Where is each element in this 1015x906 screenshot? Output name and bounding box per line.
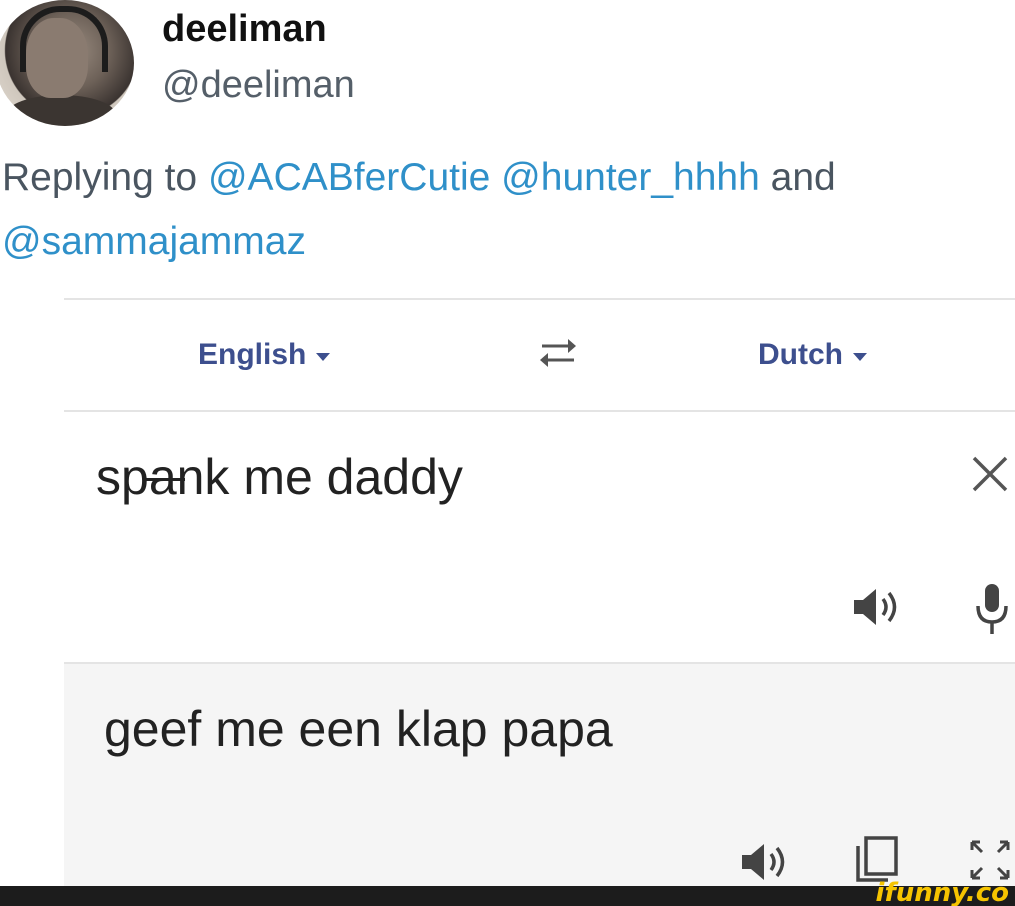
avatar[interactable] <box>0 0 134 126</box>
chevron-down-icon <box>316 353 331 361</box>
target-language-label: Dutch <box>758 338 843 371</box>
source-language-label: English <box>198 338 307 371</box>
copy-icon[interactable] <box>852 834 902 884</box>
source-text-input[interactable]: spank me daddy <box>96 448 463 506</box>
translation-result-text: geef me een klap papa <box>104 701 613 757</box>
chevron-down-icon <box>853 353 867 361</box>
reply-prefix: Replying to <box>2 156 198 199</box>
widget-lang-divider <box>64 410 1015 412</box>
avatar-shirt <box>6 95 116 126</box>
widget-top-divider <box>64 298 1015 300</box>
expand-icon[interactable] <box>966 836 1014 884</box>
ifunny-watermark: ifunny.co <box>875 878 1009 906</box>
speaker-icon[interactable] <box>738 840 794 884</box>
source-language-select[interactable]: English <box>198 338 331 372</box>
user-handle[interactable]: @deeliman <box>162 64 355 107</box>
mention-link-2[interactable]: @hunter_hhhh <box>501 156 760 199</box>
source-text-struck-letter: a <box>144 449 185 505</box>
watermark-bar <box>0 886 1015 906</box>
source-text-start: sp <box>96 449 149 505</box>
mention-link-3[interactable]: @sammajammaz <box>2 220 306 263</box>
display-name[interactable]: deeliman <box>162 8 327 51</box>
reply-context: Replying to @ACABferCutie @hunter_hhhh a… <box>2 146 1012 274</box>
speaker-icon[interactable] <box>850 585 906 629</box>
source-text-end: nk me daddy <box>176 449 463 505</box>
screenshot: deeliman @deeliman Replying to @ACABferC… <box>0 0 1015 906</box>
reply-conjunction: and <box>770 156 836 199</box>
mention-link-1[interactable]: @ACABferCutie <box>208 156 490 199</box>
target-language-select[interactable]: Dutch <box>758 338 867 372</box>
microphone-icon[interactable] <box>970 580 1014 636</box>
swap-arrows-icon[interactable] <box>534 334 582 374</box>
close-icon[interactable] <box>968 452 1012 496</box>
avatar-headset <box>20 6 108 72</box>
